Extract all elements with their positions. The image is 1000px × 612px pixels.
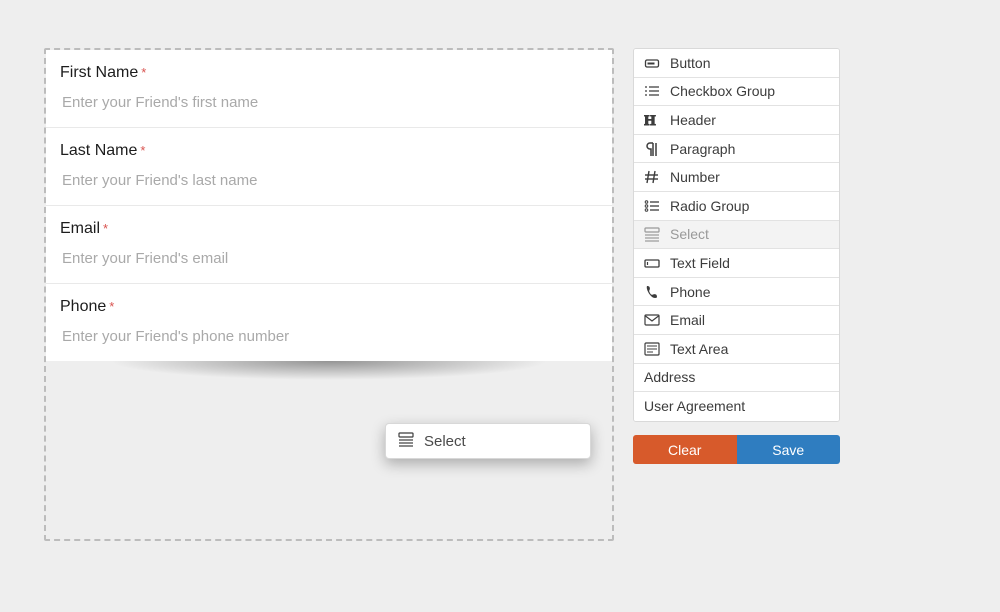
palette-item-label: Number	[670, 169, 720, 185]
first-name-input[interactable]	[60, 86, 598, 115]
select-icon	[398, 431, 424, 451]
phone-input[interactable]	[60, 320, 598, 349]
field-label: Phone*	[46, 284, 612, 320]
email-icon	[644, 312, 660, 328]
number-icon	[644, 169, 660, 185]
action-buttons: Clear Save	[633, 435, 840, 464]
clear-button[interactable]: Clear	[633, 435, 737, 464]
checkbox-icon	[644, 83, 660, 99]
save-button[interactable]: Save	[737, 435, 841, 464]
palette-item-label: Button	[670, 55, 710, 71]
save-button-label: Save	[772, 442, 804, 458]
required-indicator: *	[140, 143, 145, 158]
field-label: Last Name*	[46, 128, 612, 164]
field-last-name: Last Name*	[46, 128, 612, 206]
palette-item-text-area[interactable]: Text Area	[634, 335, 839, 364]
palette-item-number[interactable]: Number	[634, 163, 839, 192]
component-palette: Button Checkbox Group Header Paragraph N…	[633, 48, 840, 422]
field-email: Email*	[46, 206, 612, 284]
last-name-input[interactable]	[60, 164, 598, 193]
radio-icon	[644, 198, 660, 214]
palette-item-label: Paragraph	[670, 141, 735, 157]
palette-item-header[interactable]: Header	[634, 106, 839, 135]
palette-item-checkbox-group[interactable]: Checkbox Group	[634, 78, 839, 107]
palette-item-email[interactable]: Email	[634, 306, 839, 335]
label-text: Phone	[60, 298, 106, 315]
palette-item-select[interactable]: Select	[634, 221, 839, 250]
palette-item-label: Phone	[670, 284, 710, 300]
field-phone: Phone*	[46, 284, 612, 361]
field-label: First Name*	[46, 50, 612, 86]
palette-item-address[interactable]: Address	[634, 364, 839, 393]
textarea-icon	[644, 341, 660, 357]
dragging-item-select[interactable]: Select	[385, 423, 591, 459]
clear-button-label: Clear	[668, 442, 701, 458]
palette-item-label: User Agreement	[644, 398, 745, 414]
palette-item-label: Email	[670, 312, 705, 328]
drag-chip-label: Select	[424, 433, 466, 450]
palette-item-label: Checkbox Group	[670, 83, 775, 99]
textfield-icon	[644, 255, 660, 271]
palette-item-phone[interactable]: Phone	[634, 278, 839, 307]
paragraph-icon	[644, 141, 660, 157]
button-icon	[644, 55, 660, 71]
required-indicator: *	[141, 65, 146, 80]
palette-item-user-agreement[interactable]: User Agreement	[634, 392, 839, 421]
label-text: Last Name	[60, 142, 137, 159]
palette-item-label: Text Field	[670, 255, 730, 271]
palette-item-label: Text Area	[670, 341, 728, 357]
label-text: First Name	[60, 64, 138, 81]
field-first-name: First Name*	[46, 50, 612, 128]
palette-item-label: Address	[644, 369, 695, 385]
field-label: Email*	[46, 206, 612, 242]
drop-indicator-shadow	[46, 361, 612, 391]
palette-item-label: Select	[670, 226, 709, 242]
phone-icon	[644, 284, 660, 300]
palette-item-button[interactable]: Button	[634, 49, 839, 78]
palette-item-label: Header	[670, 112, 716, 128]
palette-item-radio-group[interactable]: Radio Group	[634, 192, 839, 221]
palette-item-paragraph[interactable]: Paragraph	[634, 135, 839, 164]
required-indicator: *	[109, 299, 114, 314]
palette-item-text-field[interactable]: Text Field	[634, 249, 839, 278]
form-canvas[interactable]: First Name* Last Name* Email* Phone*	[44, 48, 614, 541]
palette-item-label: Radio Group	[670, 198, 749, 214]
email-input[interactable]	[60, 242, 598, 271]
select-icon	[644, 226, 660, 242]
header-icon	[644, 112, 660, 128]
label-text: Email	[60, 220, 100, 237]
required-indicator: *	[103, 221, 108, 236]
